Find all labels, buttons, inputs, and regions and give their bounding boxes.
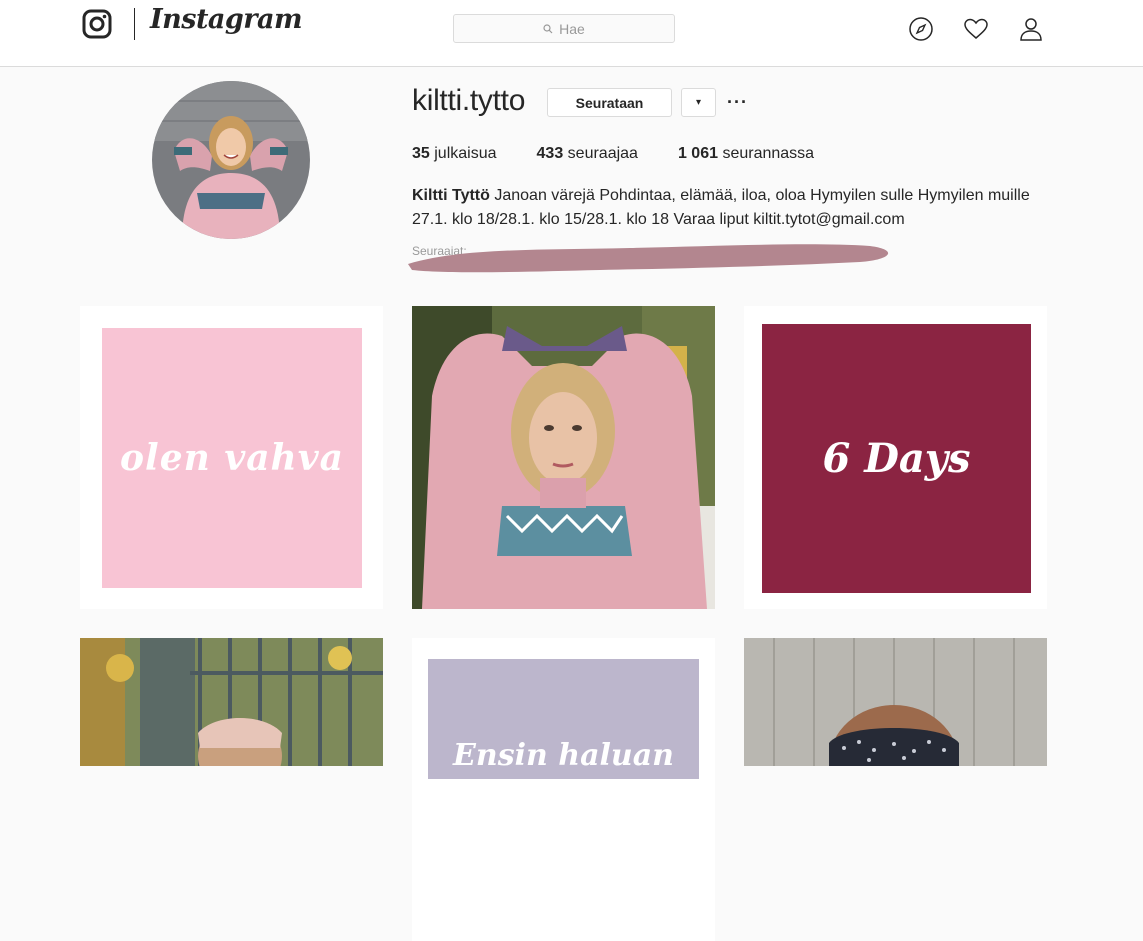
profile-icon[interactable]	[1018, 16, 1044, 42]
logo-divider	[134, 8, 135, 40]
post-graphic: Ensin haluan	[428, 659, 699, 779]
post-tile[interactable]: Ensin haluan	[412, 638, 715, 941]
instagram-logo[interactable]: Instagram	[150, 4, 303, 35]
profile-bio: Kiltti Tyttö Janoan värejä Pohdintaa, el…	[412, 184, 1052, 232]
post-photo	[744, 638, 1047, 821]
following-count-stat[interactable]: 1 061 seurannassa	[678, 145, 814, 163]
top-navbar: Instagram Hae	[0, 0, 1143, 67]
followers-count-stat[interactable]: 433 seuraajaa	[537, 145, 638, 163]
post-caption-graphic: Ensin haluan	[453, 738, 674, 773]
post-tile[interactable]: olen vahva	[80, 306, 383, 609]
profile-stats: 35 julkaisua 433 seuraajaa 1 061 seurann…	[412, 145, 854, 163]
explore-compass-icon[interactable]	[908, 16, 934, 42]
post-tile[interactable]	[80, 638, 383, 941]
post-tile[interactable]	[412, 306, 715, 609]
instagram-camera-icon[interactable]	[82, 9, 112, 39]
post-tile[interactable]: 6 Days	[744, 306, 1047, 609]
suggestions-dropdown-button[interactable]: ▾	[681, 88, 716, 117]
post-graphic: 6 Days	[762, 324, 1031, 593]
search-placeholder: Hae	[559, 20, 585, 37]
post-graphic: olen vahva	[102, 328, 362, 588]
more-options-button[interactable]: ···	[727, 92, 748, 113]
post-photo	[412, 306, 715, 609]
bio-text: Janoan värejä Pohdintaa, elämää, iloa, o…	[412, 187, 1030, 228]
post-caption-graphic: olen vahva	[120, 437, 344, 479]
post-photo	[80, 638, 383, 794]
heart-icon[interactable]	[963, 16, 989, 42]
profile-username: kiltti.tytto	[412, 84, 526, 117]
following-button[interactable]: Seurataan	[547, 88, 672, 117]
search-icon	[543, 23, 553, 33]
posts-count-stat: 35 julkaisua	[412, 145, 497, 162]
profile-full-name: Kiltti Tyttö	[412, 187, 490, 204]
redaction-scribble	[408, 244, 889, 273]
search-input[interactable]: Hae	[453, 14, 675, 43]
post-tile[interactable]	[744, 638, 1047, 941]
post-caption-graphic: 6 Days	[822, 435, 971, 482]
profile-avatar[interactable]	[152, 81, 310, 239]
